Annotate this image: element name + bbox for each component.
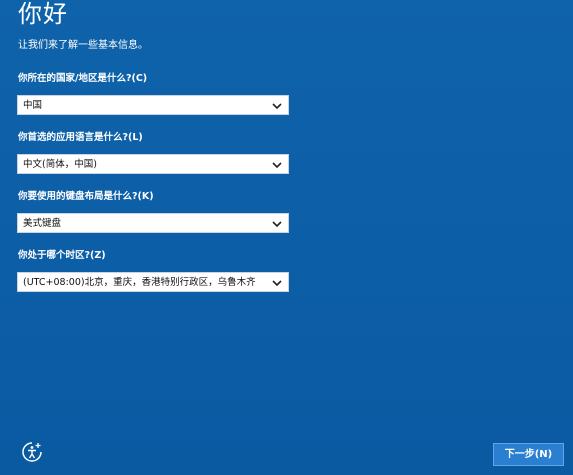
chevron-down-icon — [272, 280, 282, 287]
chevron-down-icon — [272, 221, 282, 228]
language-value: 中文(简体，中国) — [23, 159, 97, 170]
country-label: 你所在的国家/地区是什么?(C) — [18, 73, 148, 84]
next-button[interactable]: 下一步(N) — [493, 443, 564, 466]
keyboard-value: 美式键盘 — [23, 218, 62, 229]
language-label: 你首选的应用语言是什么?(L) — [18, 132, 143, 143]
keyboard-select[interactable]: 美式键盘 — [17, 213, 289, 233]
setup-screen: 你好 让我们来了解一些基本信息。 你所在的国家/地区是什么?(C) 中国 你首选… — [0, 0, 573, 475]
chevron-down-icon — [272, 103, 282, 110]
language-select[interactable]: 中文(简体，中国) — [17, 154, 289, 174]
timezone-value: (UTC+08:00)北京，重庆，香港特别行政区，乌鲁木齐 — [23, 277, 256, 288]
page-subtitle: 让我们来了解一些基本信息。 — [18, 40, 148, 51]
chevron-down-icon — [272, 162, 282, 169]
timezone-label: 你处于哪个时区?(Z) — [18, 250, 106, 261]
keyboard-label: 你要使用的键盘布局是什么?(K) — [18, 191, 154, 202]
country-value: 中国 — [23, 100, 43, 111]
timezone-select[interactable]: (UTC+08:00)北京，重庆，香港特别行政区，乌鲁木齐 — [17, 272, 289, 292]
ease-of-access-icon[interactable] — [20, 440, 44, 464]
country-select[interactable]: 中国 — [17, 95, 289, 115]
page-title: 你好 — [18, 0, 68, 28]
